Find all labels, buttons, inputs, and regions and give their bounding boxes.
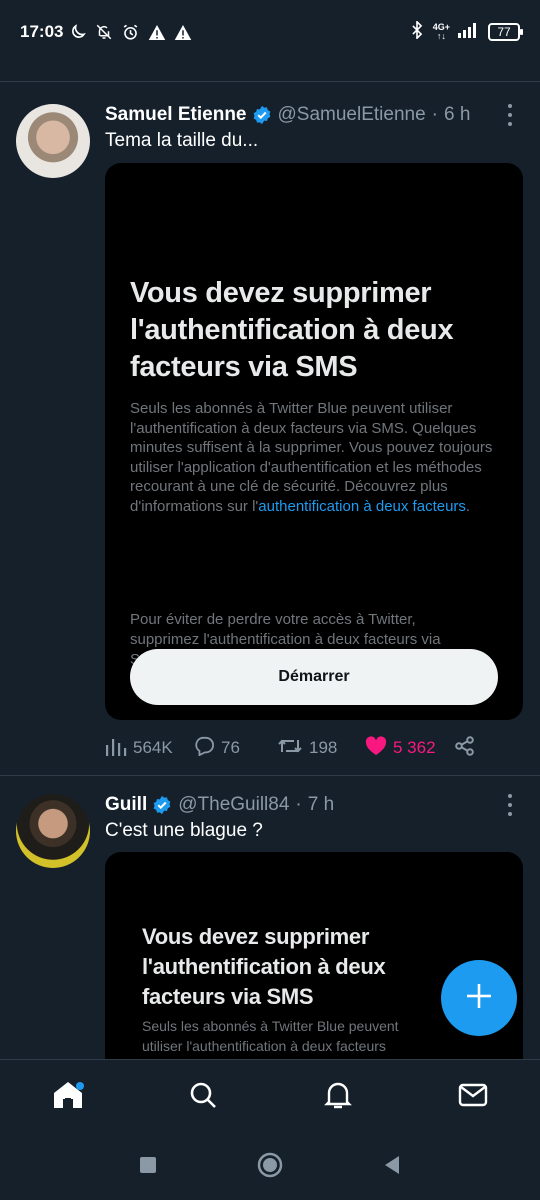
media-paragraph: Seuls les abonnés à Twitter Blue peuvent… <box>142 1018 399 1054</box>
share-action[interactable] <box>455 735 475 761</box>
bell-off-icon <box>95 23 113 41</box>
views-count: 564K <box>133 738 173 757</box>
separator-dot: · <box>431 104 438 125</box>
author-handle[interactable]: @SamuelEtienne <box>278 104 426 126</box>
tweet-media-image[interactable]: Vous devez supprimer l'authentification … <box>105 163 523 720</box>
bluetooth-icon <box>409 19 425 44</box>
verified-badge-icon <box>152 795 172 815</box>
heart-filled-icon <box>365 735 387 761</box>
status-bar: 17:03 4G+ ↑↓ 77 <box>0 0 540 64</box>
retweet-action[interactable]: 198 <box>277 736 365 761</box>
tweet-time[interactable]: 6 h <box>444 104 470 126</box>
tweet-header: Samuel Etienne @SamuelEtienne · 6 h <box>105 100 484 130</box>
author-name[interactable]: Samuel Etienne <box>105 104 247 126</box>
tweet-divider <box>0 775 540 776</box>
nav-notifications[interactable] <box>308 1068 368 1128</box>
media-link: authentification à deux facteurs <box>258 497 466 515</box>
network-arrows: ↑↓ <box>436 31 446 41</box>
nav-messages[interactable] <box>443 1068 503 1128</box>
reply-icon <box>193 736 215 761</box>
new-content-indicator <box>75 1081 84 1090</box>
media-heading: Vous devez supprimer l'authentification … <box>142 924 386 1009</box>
more-options-icon[interactable] <box>502 104 518 126</box>
media-paragraph-end: . <box>465 497 471 515</box>
more-options-icon[interactable] <box>502 794 518 816</box>
avatar[interactable] <box>16 104 90 178</box>
separator-dot: · <box>295 794 302 815</box>
tweet-time[interactable]: 7 h <box>308 794 334 816</box>
recents-icon[interactable] <box>139 1156 157 1179</box>
author-handle[interactable]: @TheGuill84 <box>178 794 289 816</box>
search-icon <box>189 1081 217 1114</box>
like-count: 5 362 <box>393 738 436 757</box>
moon-icon <box>69 23 87 41</box>
back-icon[interactable] <box>383 1155 401 1180</box>
reply-action[interactable]: 76 <box>193 736 277 761</box>
reply-count: 76 <box>221 738 240 757</box>
media-heading: Vous devez supprimer l'authentification … <box>130 277 454 383</box>
author-name[interactable]: Guill <box>105 794 147 816</box>
start-button: Démarrer <box>130 649 498 705</box>
messages-icon <box>458 1083 488 1112</box>
plus-icon <box>465 982 493 1015</box>
warning-icon <box>148 24 166 41</box>
nav-home[interactable] <box>38 1068 98 1128</box>
status-time: 17:03 <box>20 22 64 41</box>
like-action[interactable]: 5 362 <box>365 735 455 761</box>
top-divider <box>0 81 540 82</box>
tweet-actions: 564K 76 198 5 362 <box>105 733 500 763</box>
retweet-icon <box>277 736 303 761</box>
retweet-count: 198 <box>309 738 338 757</box>
compose-tweet-button[interactable] <box>441 960 517 1036</box>
tweet-text: Tema la taille du... <box>105 130 259 151</box>
views-icon <box>105 736 127 761</box>
alarm-icon <box>121 23 140 42</box>
tweet[interactable]: Samuel Etienne @SamuelEtienne · 6 h Tema… <box>0 100 540 772</box>
system-navigation <box>0 1135 540 1200</box>
verified-badge-icon <box>252 105 272 125</box>
tweet-header: Guill @TheGuill84 · 7 h <box>105 790 484 820</box>
notifications-icon <box>323 1080 352 1115</box>
share-icon <box>455 735 475 761</box>
battery-icon: 77 <box>488 23 523 41</box>
warning-icon <box>174 24 192 41</box>
media-paragraph: Seuls les abonnés à Twitter Blue peuvent… <box>130 399 500 516</box>
bottom-navigation <box>0 1059 540 1135</box>
avatar[interactable] <box>16 794 90 868</box>
tweet-text: C'est une blague ? <box>105 820 263 841</box>
network-type: 4G+ ↑↓ <box>433 23 450 41</box>
views-action[interactable]: 564K <box>105 736 193 761</box>
nav-search[interactable] <box>173 1068 233 1128</box>
signal-icon <box>458 22 480 43</box>
home-circle-icon[interactable] <box>257 1152 283 1183</box>
